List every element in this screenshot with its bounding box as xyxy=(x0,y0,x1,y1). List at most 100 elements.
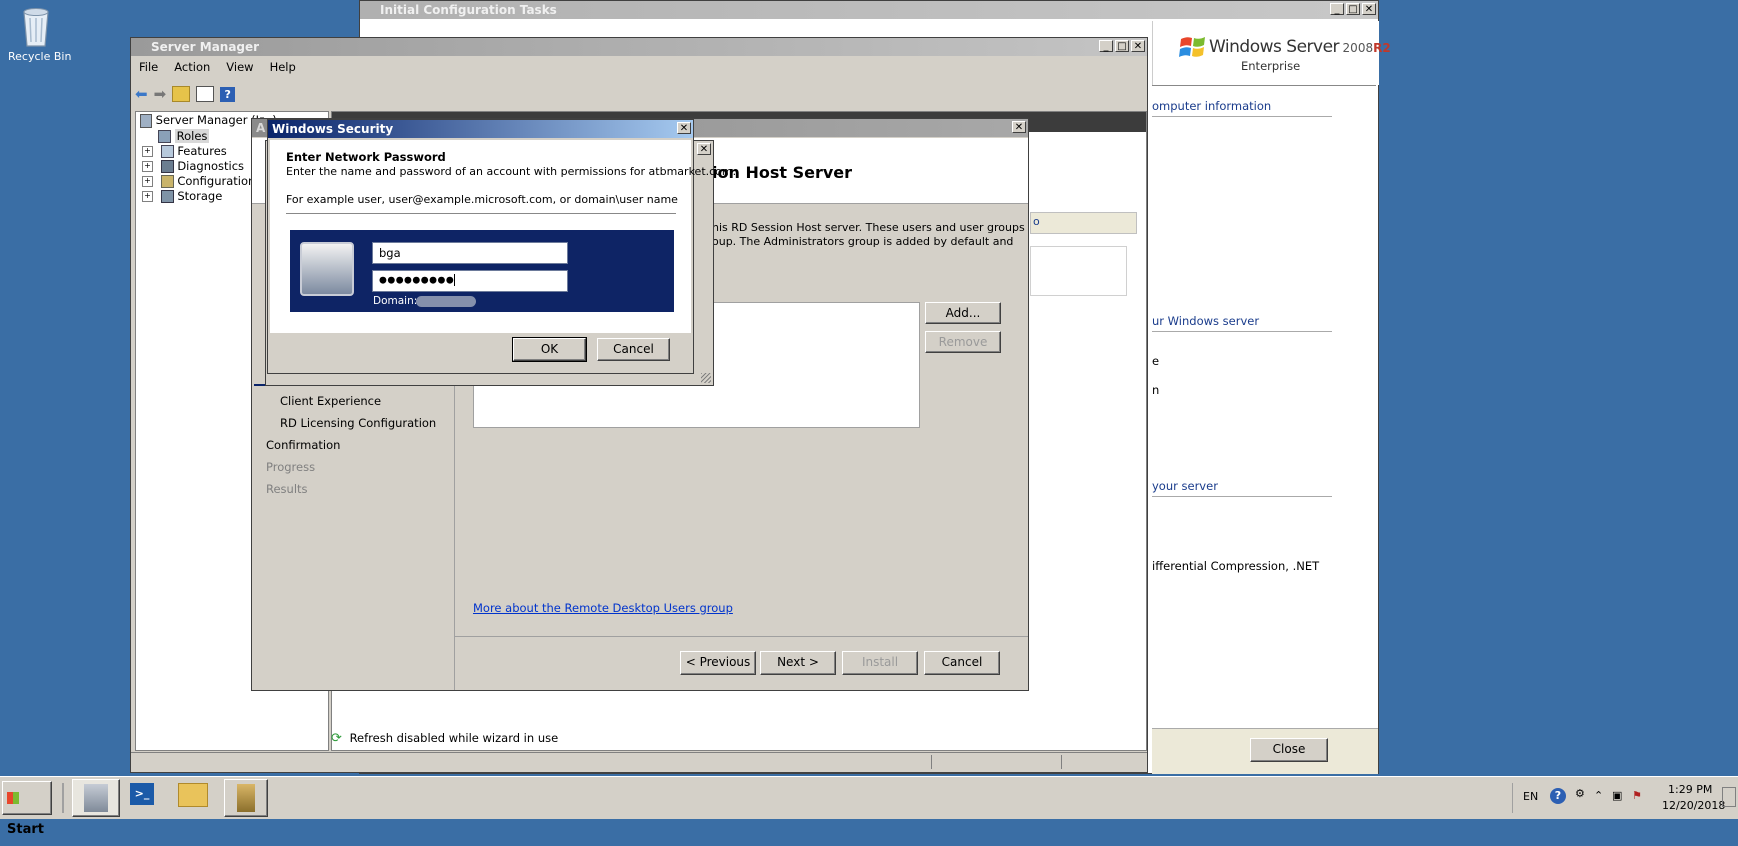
taskbar-explorer[interactable] xyxy=(178,783,210,813)
close-icon[interactable]: ✕ xyxy=(1131,40,1145,52)
wizard-tab-header: o xyxy=(1030,212,1137,234)
tree-item-diagnostics[interactable]: + Diagnostics xyxy=(142,158,244,174)
ict-title: Initial Configuration Tasks xyxy=(380,3,557,17)
tree-item-storage[interactable]: + Storage xyxy=(142,188,222,204)
intermediate-caption-buttons: ✕ xyxy=(697,143,711,155)
help-tray-icon[interactable]: ? xyxy=(1550,788,1566,804)
nav-results: Results xyxy=(266,482,308,496)
next-button[interactable]: Next > xyxy=(760,651,836,675)
diagnostics-icon xyxy=(160,160,174,173)
wizard-tab-fragment: o xyxy=(1033,215,1040,228)
username-input[interactable]: bga xyxy=(372,242,568,264)
show-hide-tree-icon[interactable] xyxy=(196,86,215,102)
network-icon[interactable]: ▣ xyxy=(1612,789,1622,802)
expand-icon[interactable]: + xyxy=(142,146,153,157)
ict-caption-buttons: _ □ ✕ xyxy=(1330,3,1376,15)
input-options-icon[interactable]: ⚙ xyxy=(1575,787,1585,800)
maximize-icon[interactable]: □ xyxy=(1346,3,1360,15)
help-icon[interactable]: ? xyxy=(220,86,236,102)
security-titlebar[interactable]: Windows Security ✕ xyxy=(268,120,693,138)
security-instruction: Enter the name and password of an accoun… xyxy=(286,165,737,178)
menu-help[interactable]: Help xyxy=(262,60,304,78)
clock-time[interactable]: 1:29 PM xyxy=(1668,783,1712,796)
server-manager-icon xyxy=(84,784,108,812)
sm-caption-buttons: _ □ ✕ xyxy=(1099,40,1145,52)
close-icon[interactable]: ✕ xyxy=(697,143,711,155)
ict-titlebar[interactable]: Initial Configuration Tasks _ □ ✕ xyxy=(360,1,1378,19)
windows-security-dialog[interactable]: Windows Security ✕ Enter Network Passwor… xyxy=(267,119,736,374)
status-text: Refresh disabled while wizard in use xyxy=(349,731,559,745)
tree-item-configuration[interactable]: + Configuration xyxy=(142,173,255,189)
nav-rd-licensing-configuration[interactable]: RD Licensing Configuration xyxy=(280,416,436,430)
expand-icon[interactable]: + xyxy=(142,176,153,187)
menu-action[interactable]: Action xyxy=(166,60,218,78)
security-heading: Enter Network Password xyxy=(286,150,446,164)
features-icon xyxy=(160,145,174,158)
security-title: Windows Security xyxy=(272,122,394,136)
refresh-icon: ⟳ xyxy=(331,731,342,746)
security-example: For example user, user@example.microsoft… xyxy=(286,193,678,206)
ok-button[interactable]: OK xyxy=(512,337,587,362)
previous-button[interactable]: < Previous xyxy=(680,651,756,675)
ict-brand-header: Windows Server 2008R2 Enterprise xyxy=(1152,21,1391,85)
expand-icon[interactable]: + xyxy=(142,161,153,172)
wizard-caption-buttons: ✕ xyxy=(1012,121,1026,133)
password-input[interactable]: ●●●●●●●●● xyxy=(372,270,568,292)
forward-icon[interactable]: ➡ xyxy=(154,85,167,103)
wizard-description-line2: oup. The Administrators group is added b… xyxy=(712,235,1014,248)
menu-view[interactable]: View xyxy=(218,60,261,78)
domain-label: Domain: xyxy=(373,295,418,307)
maximize-icon[interactable]: □ xyxy=(1115,40,1129,52)
show-hidden-icons[interactable]: ⌃ xyxy=(1594,789,1603,802)
more-about-remote-desktop-users-link[interactable]: More about the Remote Desktop Users grou… xyxy=(473,601,733,615)
install-button: Install xyxy=(842,651,918,675)
taskbar-server-manager[interactable] xyxy=(72,779,120,817)
ict-close-button[interactable]: Close xyxy=(1250,738,1328,762)
ict-fragment-e: e xyxy=(1152,354,1160,368)
up-folder-icon[interactable] xyxy=(172,86,191,102)
recycle-bin[interactable]: Recycle Bin xyxy=(8,4,72,66)
tree-item-roles[interactable]: Roles xyxy=(158,128,210,144)
wizard-description-line1: his RD Session Host server. These users … xyxy=(712,221,1025,234)
taskbar-initial-config[interactable] xyxy=(224,779,268,817)
toolbar: ⬅ ➡ ? xyxy=(135,84,236,104)
security-caption-buttons: ✕ xyxy=(677,122,691,134)
status-area: ⟳ Refresh disabled while wizard in use xyxy=(331,728,558,748)
server-manager-titlebar[interactable]: Server Manager _ □ ✕ xyxy=(131,38,1147,56)
taskbar-powershell[interactable]: >_ xyxy=(130,783,160,813)
clock-date[interactable]: 12/20/2018 xyxy=(1662,799,1725,812)
nav-confirmation[interactable]: Confirmation xyxy=(266,438,340,452)
expand-icon[interactable]: + xyxy=(142,191,153,202)
tree-item-features[interactable]: + Features xyxy=(142,143,227,159)
security-cancel-button[interactable]: Cancel xyxy=(597,338,670,361)
action-center-icon[interactable]: ⚑ xyxy=(1632,789,1642,802)
add-button[interactable]: Add... xyxy=(925,302,1001,324)
brand-year: 2008 xyxy=(1342,41,1374,55)
remove-button: Remove xyxy=(925,331,1001,353)
resize-grip-icon[interactable] xyxy=(701,373,711,383)
nav-client-experience[interactable]: Client Experience xyxy=(280,394,381,408)
taskbar: Start >_ EN ? ⚙ ⌃ ▣ ⚑ 1:29 PM 12/20/2018 xyxy=(0,776,1738,837)
ict-section-customize-server[interactable]: your server xyxy=(1152,479,1332,497)
show-desktop-button[interactable] xyxy=(1722,787,1736,807)
minimize-icon[interactable]: _ xyxy=(1330,3,1344,15)
close-icon[interactable]: ✕ xyxy=(1012,121,1026,133)
ict-fragment-n: n xyxy=(1152,383,1160,397)
text-caret xyxy=(454,274,456,286)
wizard-cancel-button[interactable]: Cancel xyxy=(924,651,1000,675)
status-bar xyxy=(131,752,1147,771)
windows-flag-icon xyxy=(1179,37,1205,57)
ict-section-computer-info[interactable]: omputer information xyxy=(1152,99,1332,117)
ict-section-update-server[interactable]: ur Windows server xyxy=(1152,314,1332,332)
recycle-bin-label: Recycle Bin xyxy=(8,50,72,63)
brand-edition: Enterprise xyxy=(1241,59,1301,73)
menu-file[interactable]: File xyxy=(131,60,166,78)
roles-icon xyxy=(158,130,171,143)
username-value: bga xyxy=(379,246,401,260)
close-icon[interactable]: ✕ xyxy=(677,122,691,134)
language-indicator[interactable]: EN xyxy=(1523,790,1538,803)
minimize-icon[interactable]: _ xyxy=(1099,40,1113,52)
close-icon[interactable]: ✕ xyxy=(1362,3,1376,15)
start-button[interactable]: Start xyxy=(2,781,52,837)
back-icon[interactable]: ⬅ xyxy=(135,85,148,103)
